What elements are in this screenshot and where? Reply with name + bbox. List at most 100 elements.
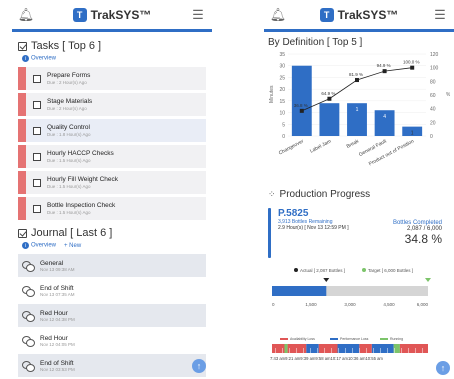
- task-checkbox[interactable]: [33, 204, 41, 213]
- loss-legend-swatch: [280, 338, 288, 340]
- timeline-tick: [366, 348, 367, 353]
- tasks-journal-screen: 🔔︎ T TrakSYS™ ☰ Tasks [ Top 6 ] i Overvie…: [12, 0, 212, 379]
- task-item[interactable]: Prepare Forms Due : 2 Hour(s) Ago: [18, 67, 206, 90]
- bar-data-label: 1: [356, 107, 359, 113]
- journal-new-link[interactable]: + New: [64, 243, 81, 249]
- task-item[interactable]: Bottle Inspection Check Due : 1.5 Hour(s)…: [18, 197, 206, 220]
- completed-percent: 34.8 %: [404, 232, 442, 246]
- y2-tick-label: 40: [430, 107, 436, 113]
- y-tick-label: 0: [282, 134, 285, 140]
- timeline-labels: 7:43 am9:21 am9:39 am9:58 am10:17 am10:3…: [270, 356, 383, 361]
- brand-name: TrakSYS™: [337, 7, 399, 22]
- category-label: Label Jam: [309, 138, 332, 154]
- downtime-production-screen: 🔔︎ T TrakSYS™ ☰ By Definition [ Top 5 ] …: [264, 0, 454, 379]
- journal-list: General Nov 13 09:38 AM End of Shift Nov 13…: [18, 254, 206, 377]
- y2-tick-label: 80: [430, 79, 436, 85]
- axis-tick-label: 6,000: [417, 302, 429, 307]
- journal-date: Nov 12 03:53 PM: [40, 366, 75, 372]
- timeline-tick: [296, 348, 297, 353]
- bar: [319, 103, 340, 136]
- cumulative-label: 64.9 %: [321, 91, 335, 96]
- journal-item[interactable]: Red Hour Nov 12 04:38 PM: [18, 304, 206, 327]
- app-header: 🔔︎ T TrakSYS™ ☰: [12, 0, 212, 32]
- task-name: Quality Control: [47, 124, 90, 131]
- timeline-tick: [408, 348, 409, 353]
- y2-tick-label: 100: [430, 66, 439, 72]
- journal-text: End of Shift Nov 12 03:53 PM: [40, 360, 75, 372]
- y-tick-label: 20: [279, 87, 285, 93]
- definition-title: By Definition [ Top 5 ]: [268, 37, 363, 48]
- task-checkbox[interactable]: [33, 74, 41, 83]
- menu-icon[interactable]: ☰: [432, 7, 448, 23]
- traksys-logo-icon: T: [319, 7, 334, 22]
- task-checkbox[interactable]: [33, 126, 41, 135]
- priority-bar: [18, 197, 26, 220]
- task-item[interactable]: Quality Control Due : 1.8 Hour(s) Ago: [18, 119, 206, 142]
- y-axis-label: Minutes: [269, 85, 275, 103]
- tasks-title-text: Tasks [ Top 6 ]: [31, 40, 102, 52]
- priority-bar: [18, 67, 26, 90]
- bell-icon[interactable]: 🔔︎: [18, 7, 35, 23]
- tasks-overview-label: Overview: [31, 55, 57, 62]
- loss-legend-label: Availability Loss: [290, 337, 315, 341]
- bell-icon[interactable]: 🔔︎: [270, 7, 287, 23]
- task-checkbox[interactable]: [33, 100, 41, 109]
- tasks-title: Tasks [ Top 6 ]: [18, 40, 206, 52]
- task-item[interactable]: Hourly Fill Weight Check Due : 1.5 Hour(s…: [18, 171, 206, 194]
- timeline-tick: [401, 348, 402, 353]
- journal-links: i Overview + New: [22, 242, 206, 249]
- menu-icon[interactable]: ☰: [190, 7, 206, 23]
- production-progress-title: ⁘ Production Progress: [268, 189, 450, 200]
- task-checkbox[interactable]: [33, 178, 41, 187]
- chat-bubbles-icon: [22, 336, 35, 347]
- scroll-top-button[interactable]: ↑: [436, 361, 450, 375]
- axis-tick-label: 0: [272, 302, 275, 307]
- task-item[interactable]: Stage Materials Due : 2 Hour(s) Ago: [18, 93, 206, 116]
- task-text: Hourly HACCP Checks Due : 1.5 Hour(s) Ago: [47, 150, 114, 163]
- timeline-tick: [345, 348, 346, 353]
- chat-bubbles-icon: [22, 286, 35, 297]
- timeline-segment: [359, 344, 372, 353]
- journal-item[interactable]: Red Hour Nov 12 04:05 PM: [18, 329, 206, 352]
- timeline-tick: [289, 348, 290, 353]
- task-name: Bottle Inspection Check: [47, 202, 116, 209]
- journal-name: Red Hour: [40, 309, 68, 317]
- journal-item[interactable]: End of Shift Nov 13 07:35 AM: [18, 279, 206, 302]
- timeline-tick: [380, 348, 381, 353]
- info-icon: i: [22, 55, 29, 62]
- production-code: P.5825: [278, 208, 309, 219]
- bar-data-label: 4: [383, 114, 386, 120]
- accent-bar: [268, 208, 271, 258]
- y2-tick-label: 60: [430, 93, 436, 99]
- info-icon: i: [22, 242, 29, 249]
- task-due: Due : 2 Hour(s) Ago: [47, 106, 87, 111]
- chat-bubbles-icon: [22, 361, 35, 372]
- task-checkbox[interactable]: [33, 152, 41, 161]
- task-item[interactable]: Hourly HACCP Checks Due : 1.5 Hour(s) Ago: [18, 145, 206, 168]
- tasks-overview-link[interactable]: i Overview: [22, 55, 56, 62]
- journal-icon: [18, 228, 27, 238]
- priority-bar: [18, 93, 26, 116]
- bar: [291, 65, 312, 136]
- journal-text: Red Hour Nov 12 04:05 PM: [40, 335, 75, 347]
- journal-date: Nov 12 04:05 PM: [40, 341, 75, 347]
- spinner-icon: ⁘: [268, 189, 276, 199]
- production-card: P.5825 3,913 Bottles Remaining 2.9 Hour(…: [268, 208, 450, 258]
- traksys-logo-icon: T: [72, 7, 87, 22]
- y2-axis-label: %: [446, 92, 450, 98]
- timeline-tick: [373, 348, 374, 353]
- brand: T TrakSYS™: [72, 7, 151, 22]
- journal-item[interactable]: End of Shift Nov 12 03:53 PM: [18, 354, 206, 377]
- y-tick-label: 35: [279, 52, 285, 58]
- app-header: 🔔︎ T TrakSYS™ ☰: [264, 0, 454, 32]
- journal-overview-link[interactable]: i Overview: [22, 242, 56, 249]
- journal-item[interactable]: General Nov 13 09:38 AM: [18, 254, 206, 277]
- timeline-segment: [318, 344, 338, 353]
- task-name: Stage Materials: [47, 98, 93, 105]
- y-tick-label: 30: [279, 64, 285, 70]
- actual-legend-dot: [294, 268, 298, 272]
- tasks-links: i Overview: [22, 55, 206, 62]
- cumulative-label: 81.9 %: [349, 72, 363, 77]
- scroll-top-button[interactable]: ↑: [192, 359, 206, 373]
- timeline-segment: [371, 344, 394, 353]
